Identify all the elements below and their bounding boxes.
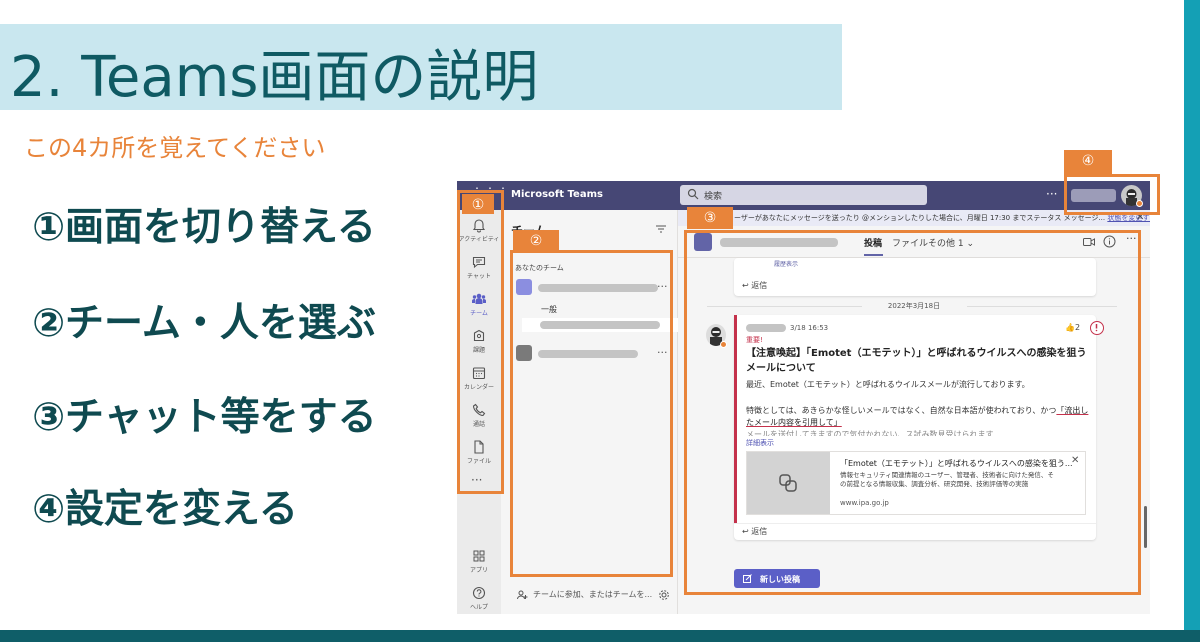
gear-icon[interactable] bbox=[658, 589, 670, 601]
search-placeholder: 検索 bbox=[704, 192, 723, 202]
filter-icon[interactable] bbox=[655, 224, 667, 234]
accent-bar-bottom bbox=[0, 630, 1200, 642]
accent-bar-right bbox=[1184, 0, 1200, 642]
join-team-link[interactable]: チームに参加、またはチームを... bbox=[533, 589, 652, 600]
page-title: 2. Teams画面の説明 bbox=[10, 45, 539, 110]
callout-marker-1: ① bbox=[462, 194, 494, 214]
search-icon bbox=[687, 188, 699, 200]
step-1: ①画面を切り替える bbox=[32, 205, 376, 250]
callout-box-1 bbox=[457, 190, 504, 494]
app-name: Microsoft Teams bbox=[511, 189, 603, 200]
help-icon bbox=[472, 586, 486, 600]
scrollbar[interactable] bbox=[1144, 506, 1147, 548]
more-options-icon[interactable]: ··· bbox=[1046, 187, 1057, 201]
step-2: ②チーム・人を選ぶ bbox=[32, 301, 376, 346]
step-4: ④設定を変える bbox=[32, 487, 298, 532]
join-team-icon[interactable] bbox=[516, 589, 528, 601]
search-input[interactable]: 検索 bbox=[680, 185, 927, 205]
callout-marker-3: ③ bbox=[687, 207, 733, 229]
teams-title-bar: ⋮⋮⋮ Microsoft Teams 検索 ··· bbox=[457, 181, 1150, 210]
rail-label: アプリ bbox=[469, 567, 488, 574]
subtitle: この4カ所を覚えてください bbox=[24, 134, 326, 162]
slide: 2. Teams画面の説明 この4カ所を覚えてください ①画面を切り替える ②チ… bbox=[0, 0, 1200, 642]
callout-box-3 bbox=[684, 230, 1141, 595]
rail-label: ヘルプ bbox=[469, 604, 488, 611]
callout-box-4 bbox=[1064, 174, 1160, 215]
step-3: ③チャット等をする bbox=[32, 395, 377, 440]
callout-box-2 bbox=[510, 250, 673, 577]
callout-marker-4: ④ bbox=[1064, 150, 1112, 174]
rail-apps[interactable]: アプリ bbox=[457, 546, 501, 580]
apps-icon bbox=[473, 550, 485, 562]
rail-help[interactable]: ヘルプ bbox=[457, 583, 501, 614]
callout-marker-2: ② bbox=[513, 230, 559, 252]
